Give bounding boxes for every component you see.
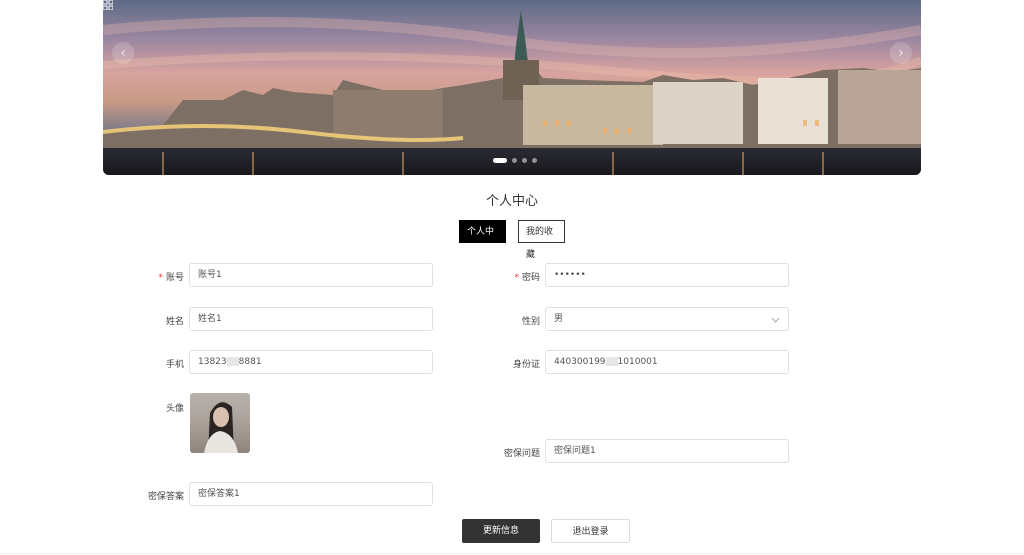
carousel-prev-button[interactable]: ‹	[112, 42, 134, 64]
masked-digits	[226, 357, 239, 366]
profile-tabs: 个人中心 我的收藏	[459, 220, 565, 260]
banner-image	[103, 10, 921, 175]
required-mark: *	[158, 273, 163, 283]
logout-button[interactable]: 退出登录	[551, 519, 630, 543]
carousel-next-button[interactable]: ›	[890, 42, 912, 64]
security-answer-label: 密保答案	[147, 492, 184, 502]
password-input[interactable]: ••••••	[545, 263, 789, 287]
password-label: * 密码	[514, 273, 540, 283]
masked-digits	[605, 357, 618, 366]
id-card-input[interactable]: 440300199 1010001	[545, 350, 789, 374]
avatar-upload[interactable]	[190, 393, 250, 453]
phone-label: 手机	[165, 360, 184, 370]
security-question-label: 密保问题	[503, 449, 540, 459]
name-label: 姓名	[165, 317, 184, 327]
phone-input[interactable]: 13823 8881	[189, 350, 433, 374]
gender-select[interactable]: 男	[545, 307, 789, 331]
qr-grid-icon[interactable]	[103, 0, 113, 10]
update-info-button[interactable]: 更新信息	[462, 519, 540, 543]
banner-carousel[interactable]: ‹ ›	[103, 0, 921, 175]
account-label: * 账号	[158, 273, 184, 283]
tab-personal-center[interactable]: 个人中心	[459, 220, 506, 260]
carousel-dot-2[interactable]	[512, 158, 517, 163]
security-question-input[interactable]: 密保问题1	[545, 439, 789, 463]
avatar-image	[204, 402, 238, 453]
required-mark: *	[514, 273, 519, 283]
tab-my-favorites[interactable]: 我的收藏	[518, 220, 565, 260]
id-card-label: 身份证	[512, 360, 540, 370]
avatar-label: 头像	[165, 404, 184, 414]
gender-label: 性别	[521, 317, 540, 327]
account-input[interactable]: 账号1	[189, 263, 433, 287]
footer-divider	[0, 553, 1024, 554]
page-title: 个人中心	[485, 194, 538, 209]
security-answer-input[interactable]: 密保答案1	[189, 482, 433, 506]
carousel-dot-3[interactable]	[522, 158, 527, 163]
name-input[interactable]: 姓名1	[189, 307, 433, 331]
carousel-dot-1[interactable]	[493, 158, 507, 163]
carousel-dot-4[interactable]	[532, 158, 537, 163]
carousel-indicators	[493, 158, 537, 163]
chevron-down-icon	[771, 317, 780, 323]
